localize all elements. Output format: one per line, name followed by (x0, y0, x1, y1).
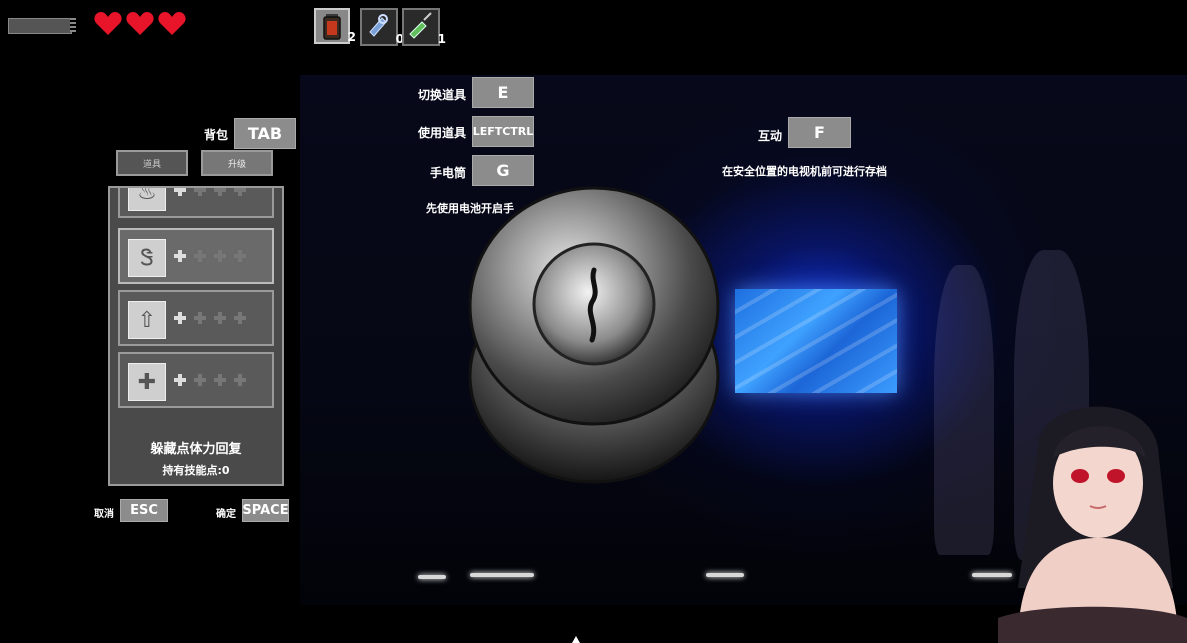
cancel-button[interactable]: ESC (120, 499, 168, 522)
level-pip-empty (194, 374, 206, 386)
skill-panel: ♨ Ꮥ ⇧ ✚ 躲藏点体力回复 持有技能点:0 (108, 186, 284, 486)
level-pip-empty (194, 312, 206, 324)
door-knob[interactable] (468, 186, 720, 486)
switch-item-key: E (472, 77, 534, 108)
confirm-button[interactable]: SPACE (242, 499, 289, 522)
level-pip-filled (174, 188, 186, 196)
tab-items[interactable]: 道具 (116, 150, 188, 176)
floor-light (418, 575, 446, 579)
flashlight-label: 手电筒 (429, 166, 466, 180)
skill-row[interactable]: ⇧ (118, 290, 274, 346)
stamina-bar (8, 18, 72, 34)
level-pip-empty (234, 312, 246, 324)
use-item-label: 使用道具 (417, 126, 466, 140)
level-pip-empty (214, 188, 226, 196)
switch-item-label: 切换道具 (417, 88, 466, 102)
level-pip-empty (234, 188, 246, 196)
skill-row-selected[interactable]: Ꮥ (118, 228, 274, 284)
cancel-label: 取消 (94, 509, 114, 520)
inventory-count: 1 (437, 32, 446, 46)
battery-icon (323, 14, 341, 40)
level-pip-empty (234, 374, 246, 386)
heal-icon: ✚ (128, 363, 166, 401)
level-pip-empty (234, 250, 246, 262)
tab-upgrade[interactable]: 升级 (201, 150, 273, 176)
selected-skill-name: 躲藏点体力回复 (150, 442, 242, 457)
inventory-bar: 2 0 1 (314, 8, 446, 46)
speed-icon: ⇧ (128, 301, 166, 339)
companion-character (998, 406, 1187, 643)
skill-level (174, 250, 246, 262)
inventory-slot-syringe[interactable]: 1 (402, 8, 446, 46)
skill-level (174, 188, 246, 196)
heart-icon (158, 12, 186, 35)
level-pip-filled (174, 250, 186, 262)
tv-screen[interactable] (735, 289, 897, 393)
level-pip-empty (194, 250, 206, 262)
interact-label: 互动 (757, 129, 782, 143)
backpack-key[interactable]: TAB (234, 118, 296, 149)
level-pip-empty (214, 374, 226, 386)
inventory-count: 2 (347, 30, 356, 44)
interact-key: F (788, 117, 851, 148)
use-item-key: LEFTCTRL (472, 116, 534, 147)
health-hearts (94, 12, 186, 36)
key-icon (369, 14, 388, 37)
confirm-label: 确定 (216, 509, 236, 520)
skill-level (174, 374, 246, 386)
inventory-slot-battery[interactable]: 2 (314, 8, 356, 44)
heart-icon (126, 12, 154, 35)
stealth-icon: Ꮥ (128, 239, 166, 277)
heart-icon (94, 12, 122, 35)
level-pip-filled (174, 374, 186, 386)
level-pip-empty (194, 188, 206, 196)
inventory-slot-key[interactable]: 0 (360, 8, 404, 46)
stamina-icon: ♨ (128, 188, 166, 211)
level-pip-empty (214, 312, 226, 324)
background-figure-woman (934, 265, 994, 555)
skill-row[interactable]: ♨ (118, 188, 274, 218)
tv-glare (735, 289, 897, 393)
level-pip-empty (214, 250, 226, 262)
floor-light (706, 573, 744, 577)
level-pip-filled (174, 312, 186, 324)
save-hint: 在安全位置的电视机前可进行存档 (722, 165, 887, 178)
backpack-label: 背包 (203, 128, 228, 142)
skill-level (174, 312, 246, 324)
stamina-bar-ticks (70, 18, 76, 32)
skill-row[interactable]: ✚ (118, 352, 274, 408)
cursor-marker (572, 636, 580, 643)
flashlight-key: G (472, 155, 534, 186)
syringe-icon (409, 12, 432, 39)
skill-points: 持有技能点:0 (162, 464, 230, 477)
floor-light (470, 573, 534, 577)
